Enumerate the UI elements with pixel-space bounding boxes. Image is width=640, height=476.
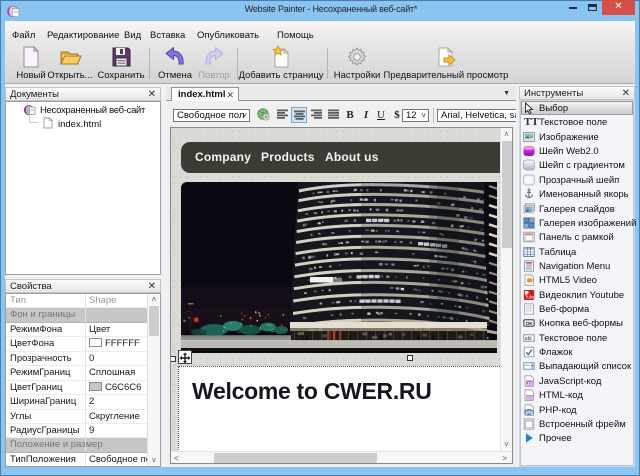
svg-text:JS: JS: [527, 381, 532, 386]
svg-text:<>: <>: [527, 395, 533, 400]
svg-text:Tube: Tube: [525, 294, 535, 299]
svg-text:abl: abl: [525, 336, 532, 342]
svg-text:php: php: [526, 409, 534, 414]
svg-text:OK: OK: [526, 321, 534, 326]
